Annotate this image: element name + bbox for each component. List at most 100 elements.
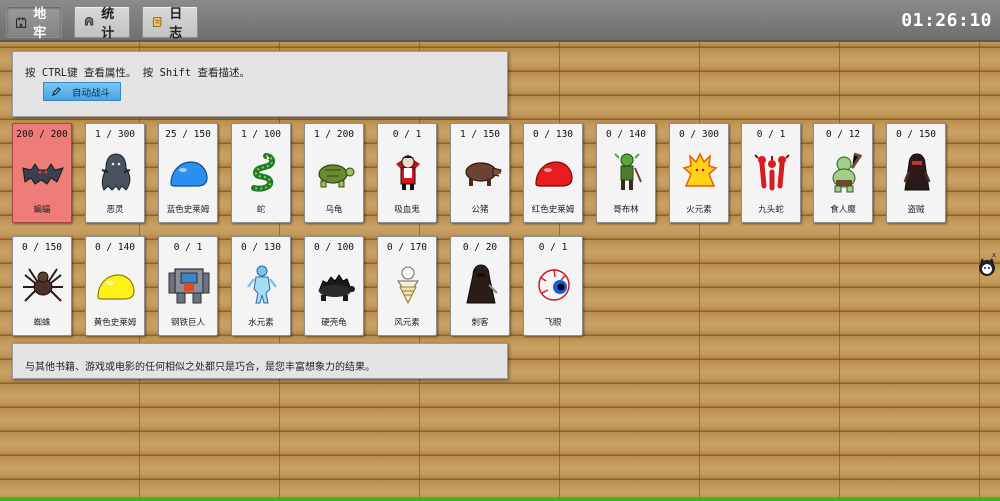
game-clock: 01:26:10 bbox=[901, 10, 992, 31]
hard-shell-turtle-icon bbox=[318, 274, 355, 301]
monster-card[interactable]: 1 / 300 恶灵 bbox=[85, 123, 145, 223]
tab-dungeon[interactable]: 地牢 bbox=[6, 6, 62, 41]
iron-golem-icon bbox=[168, 268, 210, 304]
monster-name: 风元素 bbox=[394, 318, 420, 328]
monster-name: 乌龟 bbox=[325, 205, 343, 215]
side-close-button[interactable]: x bbox=[992, 251, 996, 259]
monster-card[interactable]: 0 / 140 黄色史莱姆 bbox=[85, 236, 145, 336]
monster-card[interactable]: 25 / 150 蓝色史莱姆 bbox=[158, 123, 218, 223]
monster-name: 蓝色史莱姆 bbox=[166, 205, 210, 215]
monster-card[interactable]: 0 / 12 食人魔 bbox=[813, 123, 873, 223]
monster-hp: 0 / 1 bbox=[538, 242, 568, 253]
monster-name: 吸血鬼 bbox=[394, 205, 420, 215]
monster-name: 火元素 bbox=[686, 205, 712, 215]
snake-icon bbox=[251, 153, 276, 192]
monster-name: 盗贼 bbox=[907, 205, 925, 215]
monster-hp: 0 / 130 bbox=[532, 129, 574, 140]
monster-hp: 0 / 150 bbox=[21, 242, 63, 253]
monster-name: 蜘蛛 bbox=[33, 318, 51, 328]
cat-face-icon[interactable] bbox=[977, 257, 997, 277]
red-slime-icon bbox=[535, 161, 573, 187]
monster-card[interactable]: 0 / 150 盗贼 bbox=[886, 123, 946, 223]
wraith-icon bbox=[101, 153, 131, 191]
assassin-icon bbox=[466, 264, 498, 304]
monster-card[interactable]: 0 / 1 飞眼 bbox=[523, 236, 583, 336]
pencil-icon bbox=[51, 87, 61, 97]
monster-card[interactable]: 0 / 1 九头蛇 bbox=[741, 123, 801, 223]
monster-card[interactable]: 0 / 1 吸血鬼 bbox=[377, 123, 437, 223]
monster-name: 恶灵 bbox=[106, 205, 124, 215]
monster-hp: 0 / 140 bbox=[605, 129, 647, 140]
monster-card[interactable]: 0 / 20 刺客 bbox=[450, 236, 510, 336]
blue-slime-icon bbox=[170, 161, 208, 187]
monster-name: 蝙蝠 bbox=[33, 205, 51, 215]
monster-hp: 1 / 100 bbox=[240, 129, 282, 140]
monster-hp: 0 / 140 bbox=[94, 242, 136, 253]
flying-eye-icon bbox=[538, 268, 570, 301]
monster-hp: 0 / 170 bbox=[386, 242, 428, 253]
monster-hp: 0 / 300 bbox=[678, 129, 720, 140]
yellow-slime-icon bbox=[97, 274, 135, 300]
monster-hp: 0 / 1 bbox=[173, 242, 203, 253]
boar-icon bbox=[465, 162, 502, 186]
monster-hp: 0 / 130 bbox=[240, 242, 282, 253]
monster-card[interactable]: 0 / 1 钢铁巨人 bbox=[158, 236, 218, 336]
monster-card[interactable]: 0 / 140 哥布林 bbox=[596, 123, 656, 223]
scroll-icon bbox=[152, 17, 162, 27]
tab-dungeon-label: 地牢 bbox=[33, 7, 47, 41]
monster-name: 水元素 bbox=[248, 318, 274, 328]
spider-icon bbox=[23, 268, 63, 302]
monster-hp: 0 / 12 bbox=[825, 129, 861, 140]
hydra-icon bbox=[754, 154, 790, 191]
disclaimer-text: 与其他书籍、游戏或电影的任何相似之处都只是巧合，是您丰富想象力的结果。 bbox=[25, 362, 375, 373]
monster-hp: 0 / 1 bbox=[756, 129, 786, 140]
monster-name: 飞眼 bbox=[544, 318, 562, 328]
monster-name: 蛇 bbox=[256, 205, 266, 215]
monster-name: 刺客 bbox=[471, 318, 489, 328]
monster-hp: 0 / 150 bbox=[895, 129, 937, 140]
monster-name: 食人魔 bbox=[830, 205, 856, 215]
monster-hp: 0 / 100 bbox=[313, 242, 355, 253]
fire-elemental-icon bbox=[682, 152, 718, 187]
hint-text: 按 CTRL键 查看属性。 按 Shift 查看描述。 bbox=[25, 67, 251, 79]
vampire-icon bbox=[396, 155, 420, 190]
monster-card[interactable]: 0 / 300 火元素 bbox=[669, 123, 729, 223]
monster-name: 红色史莱姆 bbox=[531, 205, 575, 215]
monster-hp: 1 / 300 bbox=[94, 129, 136, 140]
monster-card[interactable]: 0 / 150 蜘蛛 bbox=[12, 236, 72, 336]
monster-name: 公猪 bbox=[471, 205, 489, 215]
helmet-icon bbox=[84, 17, 94, 26]
monster-card[interactable]: 0 / 130 水元素 bbox=[231, 236, 291, 336]
tab-log[interactable]: 日志 bbox=[142, 6, 198, 41]
castle-icon bbox=[16, 17, 27, 28]
top-bar: 地牢 统计 日志 01:26:10 bbox=[0, 0, 1000, 42]
hint-panel: 按 CTRL键 查看属性。 按 Shift 查看描述。 自动战斗 bbox=[12, 51, 508, 117]
monster-name: 哥布林 bbox=[613, 205, 639, 215]
monster-card[interactable]: 1 / 100 蛇 bbox=[231, 123, 291, 223]
turtle-icon bbox=[318, 164, 355, 188]
bat-icon bbox=[22, 163, 64, 185]
monster-hp: 0 / 20 bbox=[462, 242, 498, 253]
water-elemental-icon bbox=[247, 265, 277, 304]
monster-card[interactable]: 0 / 170 风元素 bbox=[377, 236, 437, 336]
tab-stats-label: 统计 bbox=[101, 7, 115, 41]
monster-name: 硬壳龟 bbox=[321, 318, 347, 328]
tab-stats[interactable]: 统计 bbox=[74, 6, 130, 41]
monster-card[interactable]: 0 / 100 硬壳龟 bbox=[304, 236, 364, 336]
monster-card[interactable]: 1 / 200 乌龟 bbox=[304, 123, 364, 223]
disclaimer-panel: 与其他书籍、游戏或电影的任何相似之处都只是巧合，是您丰富想象力的结果。 bbox=[12, 343, 508, 379]
ogre-icon bbox=[832, 152, 863, 193]
monster-hp: 200 / 200 bbox=[16, 129, 68, 140]
thief-icon bbox=[903, 153, 931, 191]
monster-card[interactable]: 1 / 150 1 / 150 公猪 bbox=[450, 123, 510, 223]
monster-name: 九头蛇 bbox=[758, 205, 784, 215]
monster-card[interactable]: 0 / 130 红色史莱姆 bbox=[523, 123, 583, 223]
grass-strip bbox=[0, 497, 1000, 501]
tab-log-label: 日志 bbox=[169, 7, 183, 41]
auto-fight-button[interactable]: 自动战斗 bbox=[43, 82, 121, 101]
monster-card[interactable]: 200 / 200 蝙蝠 bbox=[12, 123, 72, 223]
monster-hp: 25 / 150 bbox=[165, 129, 211, 140]
monster-name: 黄色史莱姆 bbox=[93, 318, 137, 328]
monster-hp: 1 / 150 bbox=[459, 129, 501, 140]
monster-hp: 1 / 200 bbox=[313, 129, 355, 140]
